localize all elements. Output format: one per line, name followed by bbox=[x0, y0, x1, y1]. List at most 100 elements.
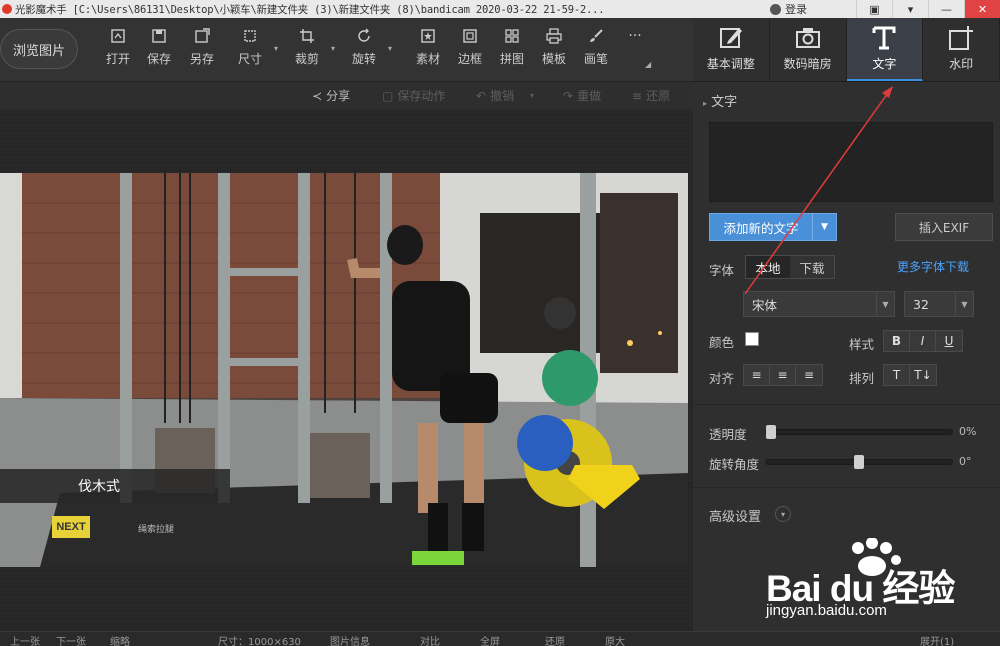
advanced-settings-label[interactable]: 高级设置 bbox=[709, 506, 761, 525]
template-button[interactable]: 模板 bbox=[534, 28, 574, 74]
title-bar: 光影魔术手 [C:\Users\86131\Desktop\小颖车\新建文件夹 … bbox=[0, 0, 1000, 18]
arrange-buttons: T T↓ bbox=[883, 364, 937, 386]
photo-subtext: 绳索拉腿 bbox=[138, 525, 175, 535]
chevron-down-icon[interactable]: ▼ bbox=[812, 214, 836, 240]
redo-label: 重做 bbox=[577, 89, 602, 103]
chevron-down-icon[interactable]: ▾ bbox=[274, 44, 278, 53]
panel-tabs: 基本调整 数码暗房 文字 水印 bbox=[693, 18, 1000, 82]
divider bbox=[693, 487, 1000, 488]
color-label: 颜色 bbox=[709, 335, 735, 350]
next-button[interactable]: 下一张 bbox=[56, 633, 86, 646]
tab-basic-adjust[interactable]: 基本调整 bbox=[693, 18, 770, 81]
align-right-icon[interactable]: ≡ bbox=[796, 365, 822, 385]
image-info-button[interactable]: 图片信息 bbox=[330, 633, 370, 646]
expand-button[interactable]: 展开(1) bbox=[920, 633, 954, 646]
image-canvas[interactable]: 伐木式 NEXT 绳索拉腿 bbox=[0, 111, 693, 631]
border-label: 边框 bbox=[457, 52, 482, 66]
rotate-slider[interactable] bbox=[765, 455, 953, 469]
brush-button[interactable]: 画笔 bbox=[576, 28, 616, 74]
vertical-text-icon[interactable]: T↓ bbox=[910, 365, 936, 385]
tab-basic-adjust-label: 基本调整 bbox=[706, 57, 755, 71]
fullscreen-button[interactable]: 全屏 bbox=[480, 633, 500, 646]
opacity-label: 透明度 bbox=[709, 427, 747, 442]
collage-button[interactable]: 拼图 bbox=[492, 28, 532, 74]
tab-darkroom-label: 数码暗房 bbox=[783, 57, 832, 71]
more-fonts-link[interactable]: 更多字体下载 bbox=[897, 258, 969, 275]
text-input-area[interactable] bbox=[709, 122, 993, 202]
watermark-add-icon bbox=[949, 26, 974, 50]
underline-button[interactable]: U bbox=[936, 331, 962, 351]
login-label: 登录 bbox=[785, 3, 807, 16]
save-label: 保存 bbox=[146, 52, 171, 66]
align-left-icon[interactable]: ≡ bbox=[744, 365, 770, 385]
tab-download-fonts[interactable]: 下载 bbox=[790, 256, 834, 278]
border-button[interactable]: 边框 bbox=[450, 28, 490, 74]
italic-button[interactable]: I bbox=[910, 331, 936, 351]
tab-text[interactable]: 文字 bbox=[846, 18, 924, 81]
rotate-button[interactable]: 旋转 ▾ bbox=[344, 28, 392, 74]
next-badge: NEXT bbox=[52, 516, 90, 538]
collage-label: 拼图 bbox=[499, 52, 524, 66]
align-buttons: ≡ ≡ ≡ bbox=[743, 364, 823, 386]
caption-bar: 伐木式 bbox=[0, 469, 230, 503]
save-action-button[interactable]: ▢ 保存动作 bbox=[382, 87, 445, 104]
horizontal-text-icon[interactable]: T bbox=[884, 365, 910, 385]
align-label: 对齐 bbox=[709, 371, 735, 386]
open-button[interactable]: 打开 bbox=[98, 28, 138, 74]
material-button[interactable]: 素材 bbox=[408, 28, 448, 74]
login-button[interactable]: 登录 bbox=[770, 0, 807, 18]
actual-size-button[interactable]: 原大 bbox=[605, 633, 625, 646]
rotate-value: 0° bbox=[959, 455, 972, 468]
share-button[interactable]: ≺ 分享 bbox=[312, 87, 350, 104]
chevron-right-icon: ▸ bbox=[703, 99, 708, 108]
tab-darkroom[interactable]: 数码暗房 bbox=[770, 18, 847, 81]
menu-icon[interactable]: ▾ bbox=[892, 0, 928, 18]
tab-text-label: 文字 bbox=[872, 57, 897, 71]
chevron-down-icon[interactable]: ▾ bbox=[331, 44, 335, 53]
window-controls: ▣ ▾ — ✕ bbox=[856, 0, 1000, 18]
color-swatch[interactable] bbox=[745, 332, 759, 346]
font-select[interactable]: 宋体 ▼ bbox=[743, 291, 895, 317]
redo-button[interactable]: ↷ 重做 bbox=[563, 87, 601, 104]
chevron-down-icon[interactable]: ▾ bbox=[530, 91, 534, 100]
user-avatar-icon bbox=[770, 3, 781, 15]
caption-text: 伐木式 bbox=[78, 479, 120, 495]
chevron-down-icon[interactable]: ▾ bbox=[775, 506, 791, 522]
photo: 伐木式 NEXT 绳索拉腿 bbox=[0, 173, 688, 567]
divider bbox=[693, 404, 1000, 405]
chevron-down-icon[interactable]: ▾ bbox=[388, 44, 392, 53]
undo-button[interactable]: ↶ 撤销 ▾ bbox=[476, 87, 534, 104]
save-button[interactable]: 保存 bbox=[139, 28, 179, 74]
resize-label: 尺寸 bbox=[237, 52, 262, 66]
font-size-select[interactable]: 32 ▼ bbox=[904, 291, 974, 317]
browse-images-button[interactable]: 浏览图片 bbox=[0, 29, 78, 69]
tab-local-fonts[interactable]: 本地 bbox=[746, 256, 790, 278]
rotate-slider-thumb[interactable] bbox=[854, 455, 864, 469]
expand-corner-icon[interactable]: ◢ bbox=[645, 60, 651, 69]
align-center-icon[interactable]: ≡ bbox=[770, 365, 796, 385]
bold-button[interactable]: B bbox=[884, 331, 910, 351]
crop-label: 裁剪 bbox=[294, 52, 319, 66]
restore-view-button[interactable]: 还原 bbox=[545, 633, 565, 646]
camera-icon bbox=[795, 28, 820, 48]
compare-button[interactable]: 对比 bbox=[420, 633, 440, 646]
save-as-button[interactable]: 另存 bbox=[182, 28, 222, 74]
add-text-button[interactable]: 添加新的文字 ▼ bbox=[709, 213, 837, 241]
minimize-icon[interactable]: — bbox=[928, 0, 964, 18]
close-icon[interactable]: ✕ bbox=[964, 0, 1000, 18]
skin-icon[interactable]: ▣ bbox=[856, 0, 892, 18]
resize-icon bbox=[244, 30, 256, 42]
panel-title-text: 文字 bbox=[711, 95, 738, 110]
restore-button[interactable]: ≡ 还原 bbox=[632, 87, 670, 104]
thumbnail-button[interactable]: 缩略 bbox=[110, 633, 130, 646]
resize-button[interactable]: 尺寸 ▾ bbox=[230, 28, 278, 74]
baidu-watermark: Bai du 经验 jingyan.baidu.com bbox=[760, 538, 1000, 628]
opacity-slider-thumb[interactable] bbox=[766, 425, 776, 439]
crop-button[interactable]: 裁剪 ▾ bbox=[287, 28, 335, 74]
opacity-slider[interactable] bbox=[765, 425, 953, 439]
insert-exif-button[interactable]: 插入EXIF bbox=[895, 213, 993, 241]
prev-button[interactable]: 上一张 bbox=[10, 633, 40, 646]
save-icon bbox=[152, 29, 166, 43]
tab-watermark[interactable]: 水印 bbox=[923, 18, 1000, 81]
image-size: 尺寸：1000×630 bbox=[218, 637, 301, 646]
